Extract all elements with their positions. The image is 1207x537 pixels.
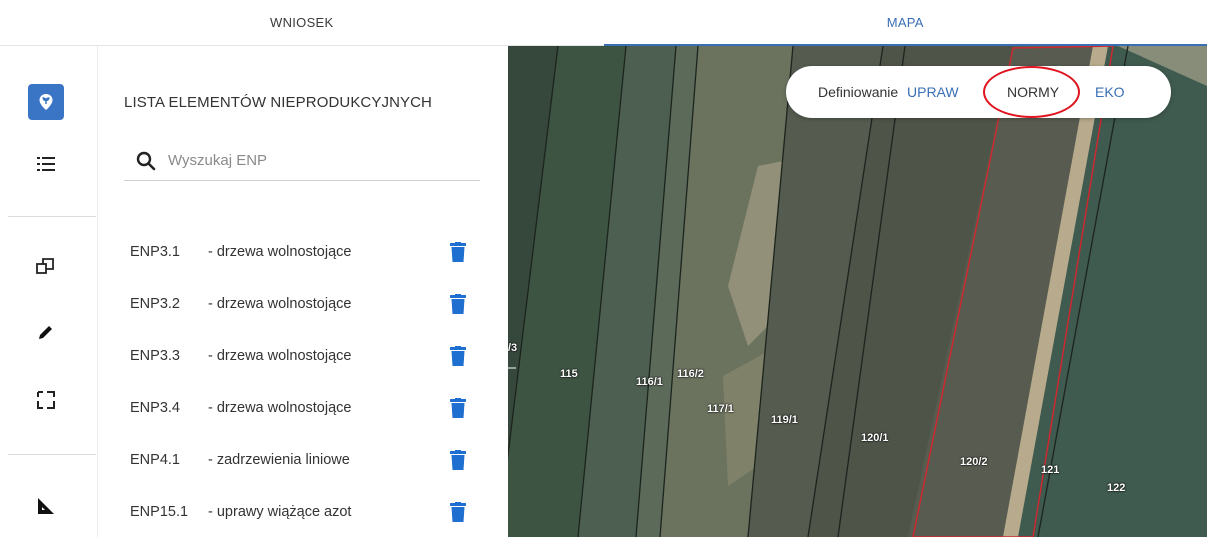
list-button[interactable] <box>28 146 64 182</box>
enp-code: ENP3.1 <box>130 244 180 260</box>
search-input[interactable] <box>168 152 448 169</box>
enp-code: ENP4.1 <box>130 452 180 468</box>
trash-icon[interactable] <box>450 346 466 366</box>
list-item[interactable]: ENP3.2 - drzewa wolnostojące <box>98 278 508 330</box>
enp-description: - drzewa wolnostojące <box>208 348 352 364</box>
list-item[interactable]: ENP3.1 - drzewa wolnostojące <box>98 226 508 278</box>
select-rectangle-icon <box>37 391 55 409</box>
enp-description: - drzewa wolnostojące <box>208 296 352 312</box>
enp-description: - drzewa wolnostojące <box>208 244 352 260</box>
tool-rail <box>0 46 98 537</box>
map-imagery <box>508 46 1207 537</box>
parcel-label: 120/1 <box>861 432 889 444</box>
tab-mapa[interactable]: MAPA <box>603 0 1207 46</box>
list-item[interactable]: ENP3.3 - drzewa wolnostojące <box>98 330 508 382</box>
parcel-label: /3 <box>508 342 518 354</box>
trash-icon[interactable] <box>450 398 466 418</box>
edit-button[interactable] <box>28 314 64 350</box>
enp-panel: LISTA ELEMENTÓW NIEPRODUKCYJNYCH ENP3.1 … <box>98 46 508 537</box>
parcel-label: 122 <box>1107 482 1126 494</box>
tab-wniosek[interactable]: WNIOSEK <box>0 0 604 45</box>
set-square-icon <box>38 498 54 514</box>
search-box <box>124 141 480 181</box>
parcel-label: 119/1 <box>771 414 798 426</box>
measure-button[interactable] <box>28 488 64 524</box>
rail-divider <box>8 216 96 217</box>
list-icon <box>37 157 55 171</box>
list-item[interactable]: ENP4.1 - zadrzewienia liniowe <box>98 434 508 486</box>
definition-label: Definiowanie <box>818 84 899 100</box>
option-upraw[interactable]: UPRAW <box>907 84 959 100</box>
select-area-button[interactable] <box>28 382 64 418</box>
list-item[interactable]: ENP3.4 - drzewa wolnostojące <box>98 382 508 434</box>
definition-toolbar: Definiowanie UPRAW NORMY EKO <box>786 66 1171 118</box>
parcel-label: 116/1 <box>636 376 663 388</box>
parcel-label: 120/2 <box>960 456 988 468</box>
plant-pin-button[interactable] <box>28 84 64 120</box>
enp-code: ENP3.3 <box>130 348 180 364</box>
rail-divider <box>8 454 96 455</box>
pencil-icon <box>39 326 52 339</box>
map-view[interactable]: /3 115 116/1 116/2 117/1 119/1 120/1 120… <box>508 46 1207 537</box>
parcel-label: 121 <box>1041 464 1060 476</box>
parcel-label: 117/1 <box>707 403 734 415</box>
plant-pin-icon <box>39 94 53 110</box>
panel-title: LISTA ELEMENTÓW NIEPRODUKCYJNYCH <box>124 94 432 111</box>
search-icon <box>136 151 156 170</box>
enp-description: - uprawy wiążące azot <box>208 504 352 520</box>
enp-code: ENP15.1 <box>130 504 189 520</box>
enp-description: - zadrzewienia liniowe <box>208 452 350 468</box>
top-tabs: WNIOSEK MAPA <box>0 0 1207 46</box>
enp-code: ENP3.2 <box>130 296 180 312</box>
option-normy[interactable]: NORMY <box>1007 84 1059 100</box>
trash-icon[interactable] <box>450 294 466 314</box>
parcel-label: 115 <box>560 368 578 380</box>
list-item[interactable]: ENP15.1 - uprawy wiążące azot <box>98 486 508 537</box>
enp-description: - drzewa wolnostojące <box>208 400 352 416</box>
trash-icon[interactable] <box>450 502 466 522</box>
copy-button[interactable] <box>28 248 64 284</box>
trash-icon[interactable] <box>450 242 466 262</box>
option-eko[interactable]: EKO <box>1095 84 1125 100</box>
enp-code: ENP3.4 <box>130 400 180 416</box>
parcel-label: 116/2 <box>677 368 704 380</box>
copy-icon <box>36 258 54 274</box>
trash-icon[interactable] <box>450 450 466 470</box>
